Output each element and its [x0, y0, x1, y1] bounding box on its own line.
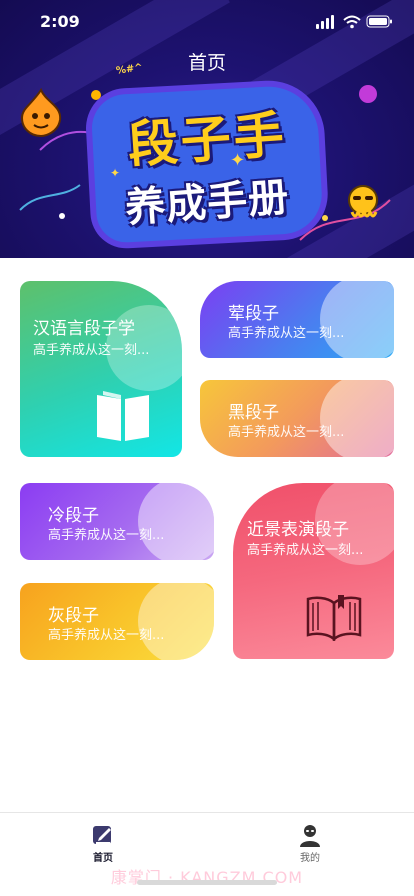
page-title: 首页 [187, 52, 226, 74]
card-cold-jokes[interactable]: 冷段子 高手养成从这一刻... [20, 483, 214, 560]
wifi-icon [343, 15, 361, 29]
card-title: 冷段子 [48, 506, 99, 526]
sparkle-icon: ✦ [110, 166, 121, 180]
card-subtitle: 高手养成从这一刻... [228, 425, 345, 440]
card-subtitle: 高手养成从这一刻... [247, 543, 364, 558]
mascot-flame-icon [20, 88, 62, 138]
open-book-icon [306, 595, 362, 641]
tab-label: 首页 [93, 853, 113, 864]
card-closeup-performance-jokes[interactable]: 近景表演段子 高手养成从这一刻... [233, 483, 394, 659]
card-title: 灰段子 [48, 606, 99, 626]
sparkle-icon: ✦ [230, 150, 246, 171]
status-bar: 2:09 [0, 0, 414, 44]
card-bubble [138, 583, 214, 660]
edit-note-icon [93, 826, 111, 844]
card-bubble [320, 380, 394, 457]
card-subtitle: 高手养成从这一刻... [33, 343, 150, 358]
card-subtitle: 高手养成从这一刻... [228, 326, 345, 341]
card-title: 汉语言段子学 [33, 319, 135, 339]
card-chinese-language-jokes[interactable]: 汉语言段子学 高手养成从这一刻... [20, 281, 182, 457]
signal-icon [316, 15, 334, 29]
user-icon [300, 825, 320, 847]
card-subtitle: 高手养成从这一刻... [48, 528, 165, 543]
battery-icon [366, 15, 392, 28]
card-grey-jokes[interactable]: 灰段子 高手养成从这一刻... [20, 583, 214, 660]
status-icons [316, 15, 392, 29]
card-title: 近景表演段子 [247, 520, 349, 540]
card-risque-jokes[interactable]: 荤段子 高手养成从这一刻... [200, 281, 394, 358]
card-title: 荤段子 [228, 304, 279, 324]
app-logo: 段子手 养成手册 ✦ ✦ [88, 82, 326, 244]
status-time: 2:09 [40, 12, 80, 31]
tab-label: 我的 [300, 853, 320, 864]
card-subtitle: 高手养成从这一刻... [48, 628, 165, 643]
card-dark-jokes[interactable]: 黑段子 高手养成从这一刻... [200, 380, 394, 457]
card-bubble [320, 281, 394, 358]
header-banner: %#^ 段子手 养成手册 ✦ ✦ 2:09 首页 [0, 0, 414, 258]
mascot-octopus-icon [348, 185, 378, 218]
home-indicator [137, 880, 277, 885]
book-icon [97, 391, 149, 441]
card-bubble [138, 483, 214, 560]
card-title: 黑段子 [228, 403, 279, 423]
